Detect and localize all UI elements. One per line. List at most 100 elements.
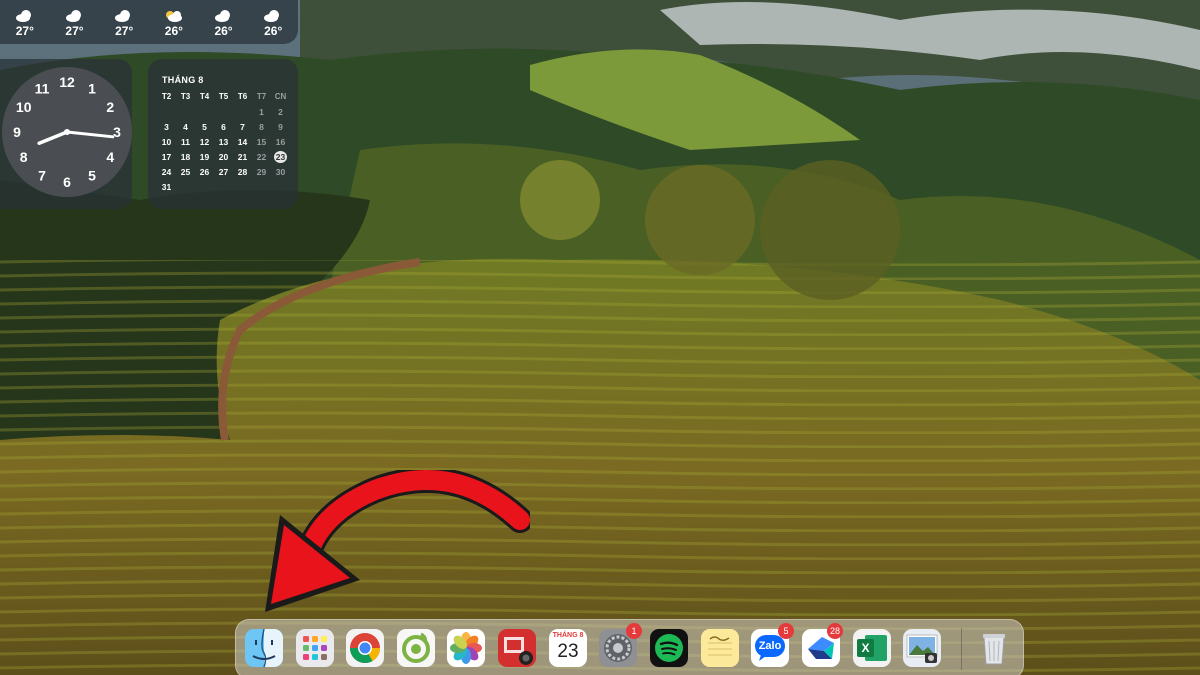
calendar-day: 2 — [278, 107, 283, 117]
calendar-day: 5 — [202, 122, 207, 132]
calendar-day: 11 — [181, 137, 190, 147]
calendar-widget[interactable]: THÁNG 8 T2 T3 T4 T5 T6 T7 CN 1 2 3 4 5 6 7 8 9 10 11 12 13 1… — [148, 59, 298, 209]
finder-icon[interactable] — [245, 629, 283, 667]
calendar-day: 3 — [164, 122, 169, 132]
calendar-app-month: THÁNG 8 — [552, 632, 584, 639]
calendar-day — [214, 181, 233, 193]
calendar-day — [176, 181, 195, 193]
calendar-app-day: 23 — [557, 641, 579, 662]
calendar-day — [195, 106, 214, 118]
forecast-temp: 26° — [164, 24, 183, 38]
forecast-temp: 27° — [65, 24, 84, 38]
photo-booth-icon[interactable] — [498, 629, 536, 667]
calendar-day — [157, 106, 176, 118]
calendar-day: 26 — [199, 167, 210, 177]
calendar-day — [233, 181, 252, 193]
calendar-day: 17 — [161, 152, 172, 162]
forecast-temp: 26° — [264, 24, 283, 38]
calendar-day: 7 — [240, 122, 245, 132]
clock-number: 9 — [13, 124, 21, 140]
calendar-app-icon[interactable]: THÁNG 8 23 — [549, 629, 587, 667]
calendar-day: 28 — [237, 167, 248, 177]
weekday-header: T2 — [161, 92, 172, 101]
calendar-day: 15 — [256, 137, 267, 147]
calendar-day: 6 — [221, 122, 226, 132]
clock-face: 12 1 2 3 4 5 6 7 8 9 10 11 — [2, 67, 132, 197]
clock-number: 12 — [59, 74, 75, 90]
calendar-day: 13 — [218, 137, 229, 147]
forecast-temp: 27° — [15, 24, 34, 38]
calendar-day: 30 — [275, 167, 286, 177]
coccoc-icon[interactable] — [397, 629, 435, 667]
calendar-day: 24 — [161, 167, 172, 177]
clock-number: 3 — [113, 124, 121, 140]
calendar-day: 16 — [275, 137, 286, 147]
clock-number: 5 — [88, 167, 96, 183]
weekday-header: T7 — [256, 92, 267, 101]
cloudy-icon — [214, 9, 234, 22]
calendar-day: 9 — [278, 122, 283, 132]
clock-number: 10 — [16, 99, 32, 115]
forecast-temp: 26° — [214, 24, 233, 38]
weekday-header: T3 — [180, 92, 191, 101]
clock-number: 6 — [63, 174, 71, 190]
analog-clock: 12 12 3 45 6 78 9 1011 — [13, 74, 121, 190]
weekday-header: T4 — [199, 92, 210, 101]
clock-widget[interactable]: 12 1 2 3 4 5 6 7 8 9 10 11 — [0, 59, 132, 209]
calendar-day: 31 — [161, 182, 172, 192]
calendar-day: 4 — [183, 122, 188, 132]
forecast-item: 27° — [0, 0, 50, 38]
clock-minute-hand — [65, 130, 115, 139]
weekday-header: T6 — [237, 92, 248, 101]
weekday-header: CN — [274, 92, 287, 101]
notes-icon[interactable] — [701, 629, 739, 667]
clock-number: 2 — [106, 99, 114, 115]
calendar-day: 27 — [218, 167, 229, 177]
calendar-day: 29 — [256, 167, 267, 177]
photos-icon[interactable] — [447, 629, 485, 667]
zalo-badge: 5 — [778, 623, 794, 639]
weekday-header: T5 — [218, 92, 229, 101]
spotify-icon[interactable] — [650, 629, 688, 667]
forecast-item: 27° — [99, 0, 149, 38]
weather-forecast-row: 27° 27° 27° 26° 26° 26° — [0, 0, 298, 38]
cloudy-icon — [65, 9, 85, 22]
lark-badge: 28 — [827, 623, 843, 639]
forecast-temp: 27° — [115, 24, 134, 38]
dock-separator — [961, 628, 962, 670]
calendar-month: THÁNG 8 — [162, 75, 204, 85]
calendar-day: 8 — [259, 122, 264, 132]
calendar-day — [252, 181, 271, 193]
chrome-icon[interactable] — [346, 629, 384, 667]
calendar-grid: T2 T3 T4 T5 T6 T7 CN 1 2 3 4 5 6 7 8 9 10 11 12 13 14 15 16 17 1… — [157, 91, 291, 193]
excel-icon[interactable]: X — [853, 629, 891, 667]
preview-icon[interactable] — [903, 629, 941, 667]
forecast-item: 26° — [199, 0, 249, 38]
clock-hour-hand — [37, 130, 69, 145]
calendar-day: 21 — [237, 152, 248, 162]
cloudy-icon — [15, 9, 35, 22]
calendar-day: 20 — [218, 152, 229, 162]
clock-center — [64, 129, 70, 135]
cloudy-icon — [263, 9, 283, 22]
forecast-item: 26° — [248, 0, 298, 38]
zalo-label: Zalo — [758, 640, 782, 652]
clock-number: 4 — [106, 149, 114, 165]
calendar-day: 14 — [237, 137, 248, 147]
calendar-day — [214, 106, 233, 118]
dock: THÁNG 8 23 1 Zalo 5 28 X — [235, 619, 1024, 675]
calendar-day — [176, 106, 195, 118]
forecast-item: 26° — [149, 0, 199, 38]
calendar-day: 19 — [199, 152, 210, 162]
calendar-day: 1 — [259, 107, 264, 117]
desktop[interactable]: 27° 27° 27° 26° 26° 26° 12 1 2 3 4 5 6 7… — [0, 0, 1200, 675]
calendar-day: 22 — [256, 152, 267, 162]
settings-badge: 1 — [626, 623, 642, 639]
calendar-day: 12 — [199, 137, 210, 147]
calendar-day — [271, 181, 290, 193]
red-arrow-annotation — [265, 470, 530, 612]
trash-icon[interactable] — [975, 629, 1013, 667]
weather-widget[interactable]: 27° 27° 27° 26° 26° 26° — [0, 0, 298, 44]
launchpad-icon[interactable] — [296, 629, 334, 667]
cloudy-icon — [114, 9, 134, 22]
